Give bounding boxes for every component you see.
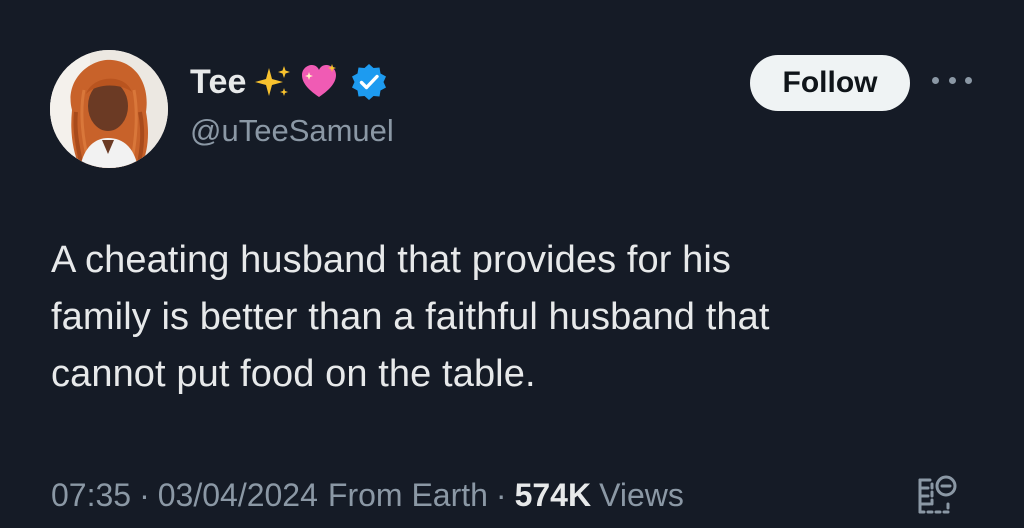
sparkling-heart-icon bbox=[299, 62, 339, 102]
author-handle[interactable]: @uTeeSamuel bbox=[190, 113, 394, 149]
tweet-text: A cheating husband that provides for his… bbox=[51, 232, 951, 403]
meta-separator: · bbox=[495, 476, 507, 513]
tweet-text-line: A cheating husband that provides for his bbox=[51, 239, 732, 281]
tweet-date[interactable]: 03/04/2024 bbox=[158, 477, 318, 514]
views-count: 574K bbox=[514, 476, 592, 513]
more-options-icon[interactable] bbox=[932, 68, 972, 92]
more-dot bbox=[965, 76, 972, 84]
tweet-meta: 07:35 · 03/04/2024 From Earth · 574K Vie… bbox=[51, 470, 684, 520]
sparkles-icon bbox=[253, 62, 293, 102]
tweet-time[interactable]: 07:35 bbox=[51, 477, 131, 514]
verified-badge-icon[interactable] bbox=[349, 62, 389, 102]
tweet-text-line: cannot put food on the table. bbox=[51, 353, 536, 395]
author-name-row: Tee bbox=[190, 58, 389, 106]
avatar[interactable] bbox=[50, 50, 168, 168]
tweet-source: From Earth bbox=[327, 476, 488, 513]
post-analytics-icon[interactable] bbox=[912, 470, 960, 520]
tweet-card: Tee @uTeeSamuel Follow A cheating husban… bbox=[0, 0, 1024, 528]
more-dot bbox=[932, 76, 939, 84]
views-label: Views bbox=[599, 476, 684, 513]
follow-button[interactable]: Follow bbox=[750, 55, 910, 111]
meta-separator: · bbox=[139, 476, 150, 513]
avatar-photo bbox=[50, 50, 168, 168]
tweet-text-line: family is better than a faithful husband… bbox=[51, 296, 770, 338]
more-dot bbox=[948, 76, 956, 84]
author-display-name[interactable]: Tee bbox=[190, 63, 247, 102]
